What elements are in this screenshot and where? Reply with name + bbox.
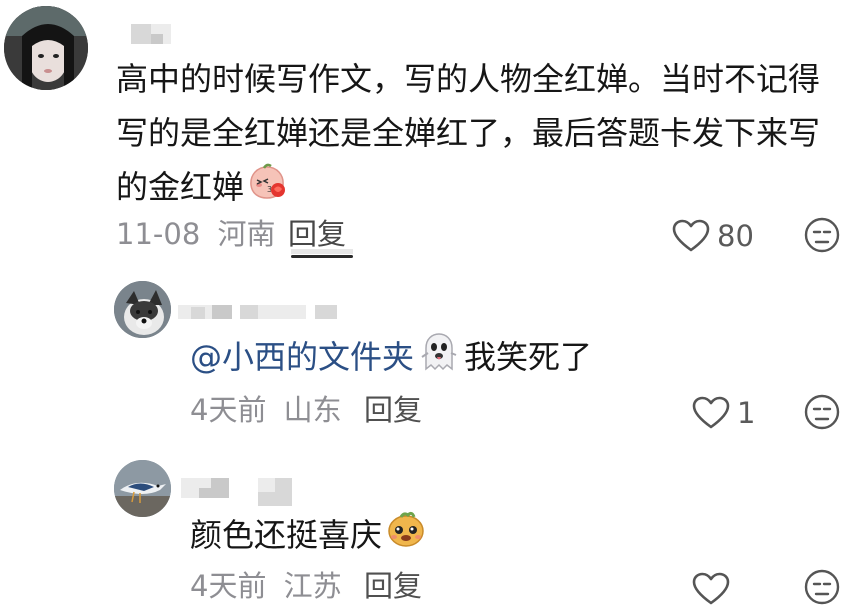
dislike-button[interactable] [803,216,841,258]
ghost-emoji [420,331,458,387]
reply-text-body: 我笑死了 [464,338,593,376]
heart-outline-icon [672,219,710,252]
dislike-button[interactable] [803,393,841,435]
comment-location: 河南 [217,217,276,251]
reply-meta: 4天前 江苏 [190,566,342,606]
user-avatar[interactable] [4,6,88,90]
comment-text-line-3: 的金红婵 3 [116,160,287,217]
reply-button[interactable]: 回复 [364,390,422,430]
dislike-button[interactable] [803,568,841,608]
reply-button[interactable]: 回复 [288,214,346,254]
reply-underline-fade [291,249,353,254]
reply-text: @小西的文件夹 我笑死了 [190,330,592,387]
avatar-bird-icon [114,460,171,517]
like-count: 80 [717,219,754,253]
avatar-portrait-icon [4,6,88,90]
unamused-face-icon [804,217,840,253]
like-count: 1 [737,396,756,430]
reply-time: 4天前 [190,569,267,603]
reply-button[interactable]: 回复 [364,566,422,606]
heart-outline-icon [692,572,730,605]
reply-text: 颜色还挺喜庆 [190,508,426,565]
peach-blush-emoji: 3 [247,161,287,217]
mention-link[interactable]: @小西的文件夹 [190,338,414,376]
sweet-potato-face-emoji [386,509,426,565]
reply-text-body: 颜色还挺喜庆 [190,516,383,554]
avatar-dog-icon [114,281,171,338]
comment-text-line-3-text: 的金红婵 [116,168,245,206]
reply-avatar[interactable] [114,281,171,338]
reply-time: 4天前 [190,393,267,427]
reply-underline [291,255,353,258]
reply-location: 江苏 [283,569,342,603]
like-button[interactable] [692,396,730,434]
unamused-face-icon [804,394,840,430]
reply-avatar[interactable] [114,460,171,517]
like-button[interactable] [672,219,710,257]
like-button[interactable] [692,572,730,608]
comment-meta: 11-08 河南 [116,214,276,254]
comment-text-line-1: 高中的时候写作文，写的人物全红婵。当时不记得 [116,60,821,98]
reply-location: 山东 [283,393,342,427]
reply-meta: 4天前 山东 [190,390,342,430]
unamused-face-icon [804,569,840,605]
comment-time: 11-08 [116,217,201,251]
comment-text-line-2: 写的是全红婵还是全婵红了，最后答题卡发下来写 [116,114,821,152]
heart-outline-icon [692,396,730,429]
